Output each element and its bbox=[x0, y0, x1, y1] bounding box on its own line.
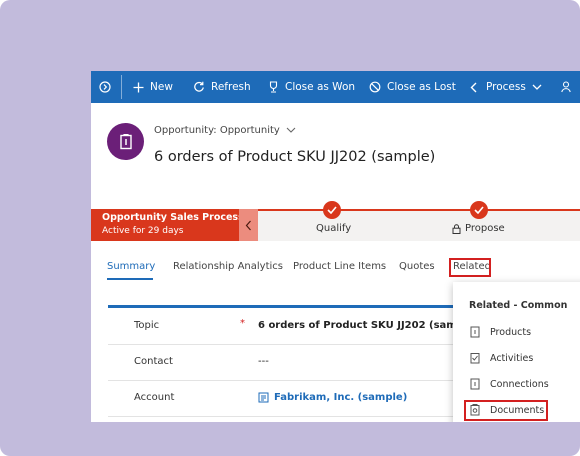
refresh-button[interactable]: Refresh bbox=[193, 71, 251, 103]
related-item-label: Products bbox=[490, 326, 532, 338]
required-marker: * bbox=[240, 318, 245, 329]
checkmark-icon bbox=[327, 206, 337, 214]
stage-propose-label: Propose bbox=[465, 223, 505, 234]
record-avatar bbox=[107, 123, 144, 160]
tab-relationship-analytics[interactable]: Relationship Analytics bbox=[173, 261, 283, 272]
account-link[interactable]: Fabrikam, Inc. (sample) bbox=[274, 392, 407, 403]
person-icon bbox=[561, 81, 571, 93]
related-item-products[interactable]: Products bbox=[470, 326, 531, 338]
related-item-label: Activities bbox=[490, 352, 534, 364]
process-label: Process bbox=[486, 81, 526, 93]
refresh-icon bbox=[194, 81, 204, 92]
record-title: 6 orders of Product SKU JJ202 (sample) bbox=[154, 149, 436, 165]
prohibited-icon bbox=[369, 81, 381, 93]
close-as-lost-label: Close as Lost bbox=[387, 81, 456, 93]
trophy-icon bbox=[269, 81, 278, 93]
new-label: New bbox=[150, 81, 173, 93]
new-button[interactable]: New bbox=[133, 71, 173, 103]
related-heading: Related - Common bbox=[469, 300, 568, 311]
stage-propose[interactable]: Propose bbox=[452, 223, 505, 234]
tab-product-line-items[interactable]: Product Line Items bbox=[293, 261, 386, 272]
field-account[interactable]: Account Fabrikam, Inc. (sample) bbox=[108, 380, 454, 417]
account-icon bbox=[258, 392, 269, 403]
tab-summary[interactable]: Summary bbox=[107, 261, 155, 272]
chevron-down-icon bbox=[286, 127, 296, 133]
tab-quotes[interactable]: Quotes bbox=[399, 261, 435, 272]
process-flag[interactable]: Opportunity Sales Process Active for 29 … bbox=[91, 209, 244, 241]
entity-type-label: Opportunity: Opportunity bbox=[154, 125, 280, 136]
process-stages: Qualify Propose bbox=[258, 201, 580, 241]
chevron-down-icon bbox=[532, 84, 542, 90]
related-item-connections[interactable]: Connections bbox=[470, 378, 549, 390]
process-name: Opportunity Sales Process bbox=[102, 212, 244, 223]
lock-icon bbox=[452, 223, 461, 234]
close-as-won-button[interactable]: Close as Won bbox=[268, 71, 355, 103]
chevron-left-icon bbox=[245, 220, 251, 230]
assign-button[interactable] bbox=[561, 71, 573, 103]
stage-qualify-label: Qualify bbox=[316, 223, 352, 234]
app-window: New Refresh Close as Won Close as Lost P… bbox=[91, 71, 580, 422]
chevron-circle-icon bbox=[99, 81, 111, 93]
process-icon bbox=[470, 82, 477, 92]
stage-propose-check[interactable] bbox=[470, 201, 488, 219]
nav-toggle-button[interactable] bbox=[99, 71, 111, 103]
related-item-activities[interactable]: Activities bbox=[470, 352, 533, 364]
toolbar-divider bbox=[121, 75, 122, 99]
documents-highlight bbox=[464, 400, 548, 421]
checkmark-icon bbox=[474, 206, 484, 214]
stage-qualify[interactable]: Qualify bbox=[316, 223, 351, 234]
refresh-label: Refresh bbox=[211, 81, 251, 93]
stage-qualify-check[interactable] bbox=[323, 201, 341, 219]
field-label: Topic bbox=[134, 320, 160, 331]
connections-icon bbox=[470, 378, 480, 390]
close-as-won-label: Close as Won bbox=[285, 81, 356, 93]
close-as-lost-button[interactable]: Close as Lost bbox=[369, 71, 456, 103]
stage-progress-line bbox=[258, 209, 580, 211]
field-contact[interactable]: Contact --- bbox=[108, 344, 454, 381]
process-collapse-button[interactable] bbox=[239, 209, 258, 241]
opportunity-icon bbox=[119, 133, 132, 149]
field-label: Account bbox=[134, 392, 175, 403]
related-item-label: Connections bbox=[490, 378, 549, 390]
entity-type-selector[interactable]: Opportunity: Opportunity bbox=[154, 125, 296, 136]
field-value: --- bbox=[258, 356, 269, 367]
process-status: Active for 29 days bbox=[102, 226, 184, 236]
plus-icon bbox=[133, 82, 144, 92]
command-bar: New Refresh Close as Won Close as Lost P… bbox=[91, 71, 580, 103]
activities-icon bbox=[470, 353, 480, 364]
process-menu-button[interactable]: Process bbox=[469, 71, 542, 103]
field-value: Fabrikam, Inc. (sample) bbox=[258, 392, 407, 403]
field-label: Contact bbox=[134, 356, 173, 367]
products-icon bbox=[470, 326, 480, 338]
field-value: 6 orders of Product SKU JJ202 (sample) bbox=[258, 320, 479, 331]
field-topic[interactable]: Topic * 6 orders of Product SKU JJ202 (s… bbox=[108, 308, 479, 345]
related-tab-highlight bbox=[449, 258, 491, 277]
active-tab-indicator bbox=[107, 278, 153, 280]
